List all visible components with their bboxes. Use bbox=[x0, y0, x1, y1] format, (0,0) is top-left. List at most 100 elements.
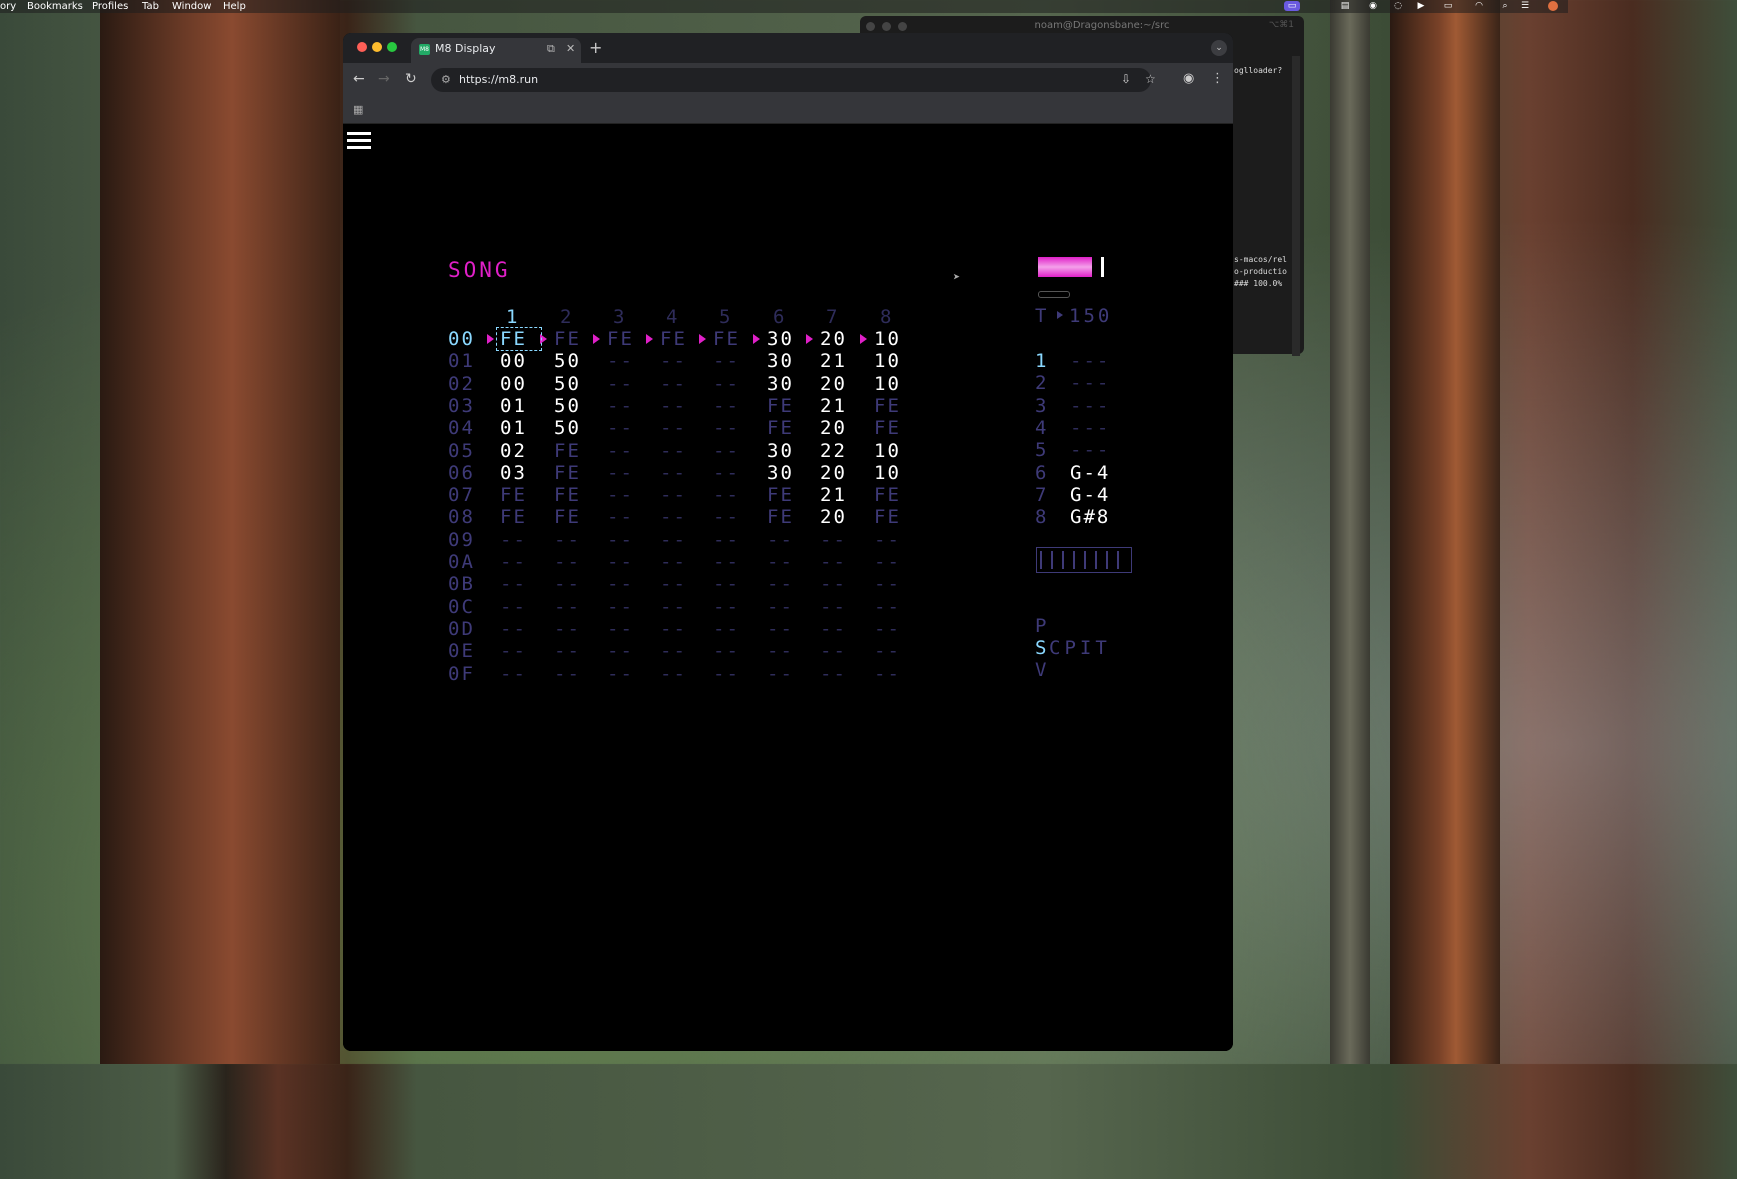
song-cell[interactable]: -- bbox=[660, 462, 687, 484]
song-cell[interactable]: -- bbox=[713, 506, 740, 528]
song-cell[interactable]: -- bbox=[820, 573, 847, 595]
song-cell[interactable]: -- bbox=[500, 663, 527, 685]
song-cell[interactable]: -- bbox=[874, 551, 901, 573]
song-cell[interactable]: -- bbox=[607, 506, 634, 528]
song-cell[interactable]: FE bbox=[767, 395, 794, 417]
song-cell[interactable]: FE bbox=[713, 328, 740, 350]
song-cell[interactable]: 10 bbox=[874, 328, 901, 350]
tab-media-icon[interactable]: ⧉ bbox=[547, 42, 555, 56]
song-cell[interactable]: -- bbox=[607, 417, 634, 439]
play-icon[interactable]: ▶ bbox=[1416, 1, 1426, 11]
url-text[interactable]: https://m8.run bbox=[459, 73, 538, 86]
song-cell[interactable]: 00 bbox=[500, 350, 527, 372]
tab-search-button[interactable]: ⌄ bbox=[1211, 40, 1227, 56]
song-cell[interactable]: 50 bbox=[554, 417, 581, 439]
menubar-item-bookmarks[interactable]: Bookmarks bbox=[27, 0, 83, 13]
m8-display[interactable]: SONG 1 2 3 4 5 6 7 8 00 FE FE FE FE FE 30 20 10 01 00 50 -- -… bbox=[343, 124, 1233, 1051]
back-button[interactable]: ← bbox=[353, 71, 365, 87]
song-cell[interactable]: -- bbox=[660, 551, 687, 573]
song-cell[interactable]: -- bbox=[500, 551, 527, 573]
siri-icon[interactable] bbox=[1548, 1, 1558, 11]
terminal-scrollbar[interactable] bbox=[1292, 56, 1300, 356]
reload-button[interactable]: ↻ bbox=[405, 71, 417, 87]
song-cell[interactable]: 20 bbox=[820, 506, 847, 528]
song-cell[interactable]: FE bbox=[767, 506, 794, 528]
song-cell[interactable]: 10 bbox=[874, 373, 901, 395]
song-cell[interactable]: FE bbox=[554, 506, 581, 528]
song-cell[interactable]: -- bbox=[660, 506, 687, 528]
song-cell[interactable]: -- bbox=[607, 529, 634, 551]
menubar-item-history[interactable]: ory bbox=[0, 0, 16, 13]
control-center-icon[interactable]: ☰ bbox=[1520, 1, 1530, 11]
song-cell[interactable]: 20 bbox=[820, 462, 847, 484]
song-cell[interactable]: -- bbox=[660, 663, 687, 685]
song-cell[interactable]: 30 bbox=[767, 350, 794, 372]
song-cell[interactable]: FE bbox=[767, 417, 794, 439]
address-bar[interactable]: ⚙ https://m8.run ⇩ ☆ bbox=[431, 68, 1156, 92]
song-cell[interactable]: -- bbox=[607, 440, 634, 462]
tab-m8-display[interactable]: M8 M8 Display ⧉ ✕ bbox=[411, 38, 581, 63]
song-cell[interactable]: -- bbox=[713, 462, 740, 484]
song-cell[interactable]: 50 bbox=[554, 373, 581, 395]
song-cell[interactable]: -- bbox=[607, 373, 634, 395]
bookmark-star-icon[interactable]: ☆ bbox=[1145, 72, 1156, 86]
wifi-icon[interactable]: ◠ bbox=[1474, 1, 1484, 11]
song-cell[interactable]: -- bbox=[713, 596, 740, 618]
song-cell[interactable]: FE bbox=[874, 484, 901, 506]
song-cell[interactable]: -- bbox=[660, 350, 687, 372]
song-cell[interactable]: -- bbox=[660, 484, 687, 506]
song-cell[interactable]: -- bbox=[660, 373, 687, 395]
song-cell[interactable]: -- bbox=[607, 596, 634, 618]
song-cell[interactable]: 30 bbox=[767, 462, 794, 484]
minimize-window-button[interactable] bbox=[372, 42, 382, 52]
song-cell[interactable]: -- bbox=[554, 573, 581, 595]
menubar-item-window[interactable]: Window bbox=[172, 0, 211, 13]
song-cell[interactable]: 21 bbox=[820, 350, 847, 372]
song-cell[interactable]: -- bbox=[554, 618, 581, 640]
song-cell[interactable]: 21 bbox=[820, 484, 847, 506]
song-cell[interactable]: -- bbox=[874, 618, 901, 640]
song-cell[interactable]: -- bbox=[554, 663, 581, 685]
song-cell[interactable]: -- bbox=[874, 663, 901, 685]
song-cell[interactable]: -- bbox=[767, 551, 794, 573]
song-cell[interactable]: -- bbox=[554, 596, 581, 618]
apps-grid-icon[interactable]: ▦ bbox=[353, 103, 363, 116]
song-cell[interactable]: -- bbox=[607, 462, 634, 484]
audio-icon[interactable]: ◉ bbox=[1368, 1, 1378, 11]
song-cell[interactable]: 50 bbox=[554, 395, 581, 417]
song-cell[interactable]: FE bbox=[554, 328, 581, 350]
song-cell[interactable]: -- bbox=[500, 529, 527, 551]
song-cell[interactable]: -- bbox=[713, 350, 740, 372]
song-cell[interactable]: -- bbox=[500, 596, 527, 618]
song-cell[interactable]: -- bbox=[713, 663, 740, 685]
song-cell[interactable]: -- bbox=[607, 573, 634, 595]
menu-kebab-icon[interactable]: ⋮ bbox=[1211, 71, 1224, 86]
profile-icon[interactable]: ◉ bbox=[1183, 71, 1194, 86]
song-cell[interactable]: -- bbox=[660, 417, 687, 439]
song-cell[interactable]: FE bbox=[660, 328, 687, 350]
song-cell[interactable]: -- bbox=[660, 440, 687, 462]
song-cell[interactable]: -- bbox=[660, 529, 687, 551]
song-cell[interactable]: -- bbox=[874, 640, 901, 662]
song-cell[interactable]: -- bbox=[660, 596, 687, 618]
hamburger-menu-icon[interactable] bbox=[347, 132, 371, 150]
song-cell[interactable]: -- bbox=[660, 395, 687, 417]
song-cell[interactable]: -- bbox=[554, 529, 581, 551]
song-cell[interactable]: 20 bbox=[820, 417, 847, 439]
song-cell[interactable]: -- bbox=[660, 573, 687, 595]
zoom-window-button[interactable] bbox=[387, 42, 397, 52]
song-cell[interactable]: FE bbox=[874, 395, 901, 417]
song-cell[interactable]: -- bbox=[660, 618, 687, 640]
song-cell[interactable]: -- bbox=[607, 350, 634, 372]
song-cell[interactable]: -- bbox=[607, 640, 634, 662]
song-cell[interactable]: -- bbox=[713, 529, 740, 551]
sync-icon[interactable]: ◌ bbox=[1393, 1, 1403, 11]
song-cell[interactable]: 10 bbox=[874, 350, 901, 372]
song-cell[interactable]: 30 bbox=[767, 328, 794, 350]
song-cell[interactable]: -- bbox=[820, 663, 847, 685]
keyboard-icon[interactable]: ▤ bbox=[1340, 1, 1350, 11]
song-cell[interactable]: 30 bbox=[767, 440, 794, 462]
song-cell[interactable]: 01 bbox=[500, 395, 527, 417]
song-cell[interactable]: 10 bbox=[874, 462, 901, 484]
song-cell[interactable]: -- bbox=[500, 573, 527, 595]
